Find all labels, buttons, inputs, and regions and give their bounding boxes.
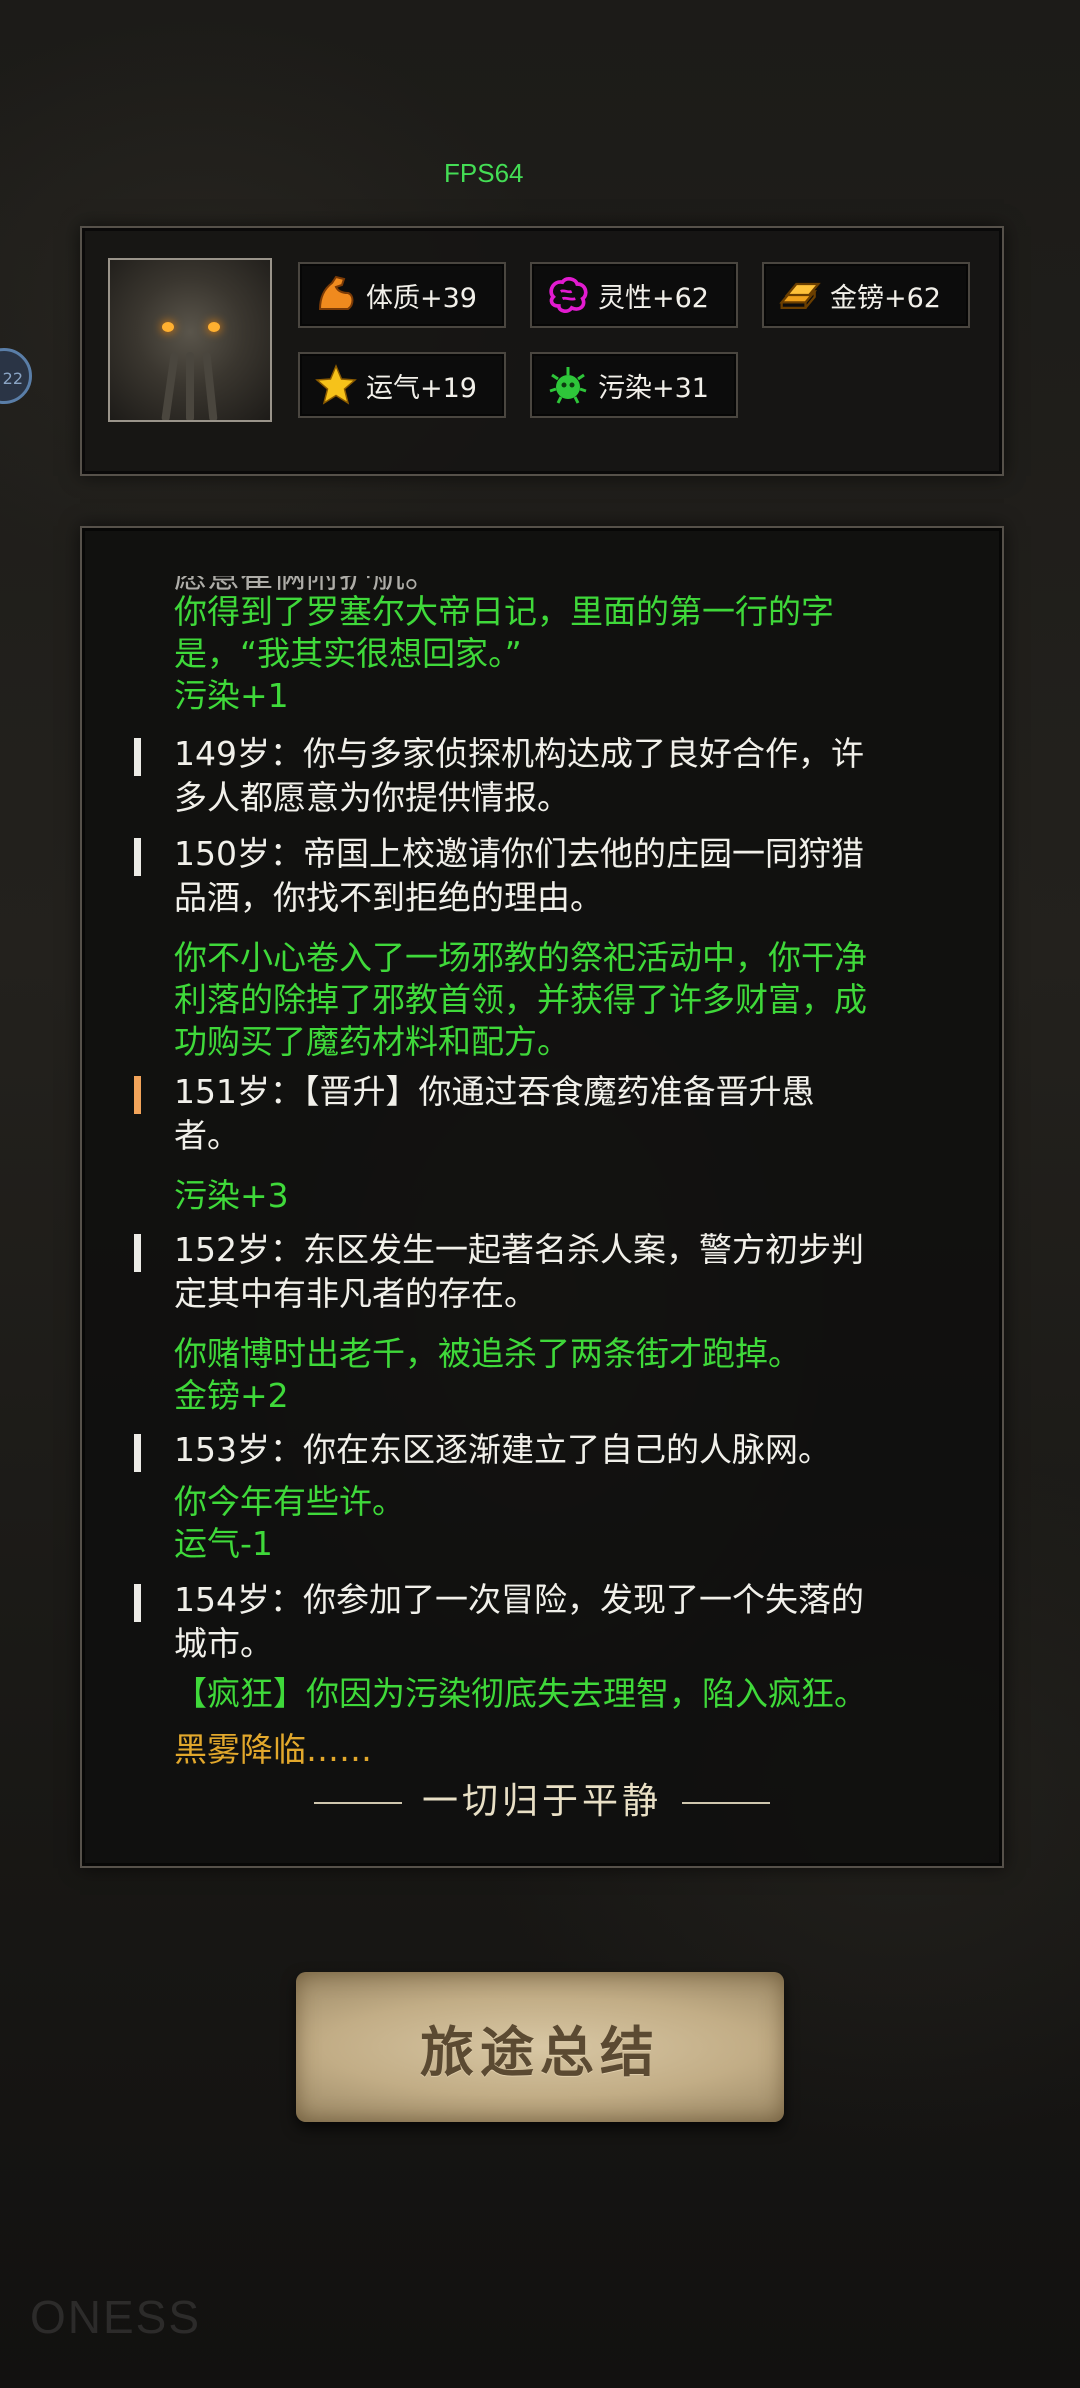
log-event-line: 你今年有些许。 xyxy=(174,1482,405,1521)
stat-pollution[interactable]: 污染+31 xyxy=(530,352,738,418)
log-year-line: 城市。 xyxy=(174,1624,273,1663)
stat-label: 运气+19 xyxy=(366,372,477,404)
log-year-marker xyxy=(134,1584,141,1622)
log-event-line: 你不小心卷入了一场邪教的祭祀活动中，你干净 xyxy=(174,938,867,977)
portrait-tentacle xyxy=(161,351,179,420)
log-year-marker xyxy=(134,1234,141,1272)
log-year-marker xyxy=(134,738,141,776)
life-log-panel[interactable]: 愿意崔俩附护航。 你得到了罗塞尔大帝日记，里面的第一行的字 是，“我其实很想回家… xyxy=(80,526,1004,1868)
stat-label: 体质+39 xyxy=(366,282,477,314)
log-event-line: 是，“我其实很想回家。” xyxy=(174,634,522,673)
gold-bar-icon xyxy=(778,273,822,317)
log-end-text: 一切归于平静 xyxy=(421,1781,662,1822)
journey-summary-label: 旅途总结 xyxy=(420,2019,660,2084)
log-year-marker xyxy=(134,838,141,876)
log-year-line: 品酒，你找不到拒绝的理由。 xyxy=(174,878,603,917)
fps-counter: FPS64 xyxy=(444,158,524,188)
star-icon xyxy=(314,363,358,407)
divider xyxy=(313,1802,402,1804)
stat-constitution[interactable]: 体质+39 xyxy=(298,262,506,328)
log-event-line: 你赌博时出老千，被追杀了两条街才跑掉。 xyxy=(174,1334,801,1373)
log-end-line: 一切归于平静 xyxy=(82,1772,1002,1824)
log-year-line: 151岁：【晋升】你通过吞食魔药准备晋升愚 xyxy=(174,1072,815,1111)
log-event-line: 功购买了魔药材料和配方。 xyxy=(174,1022,570,1061)
stat-label: 金镑+62 xyxy=(830,282,941,314)
portrait-eye-right xyxy=(208,322,220,332)
brain-icon xyxy=(546,273,590,317)
muscle-icon xyxy=(314,273,358,317)
log-event-line: 【疯狂】你因为污染彻底失去理智，陷入疯狂。 xyxy=(174,1674,867,1713)
log-year-line: 定其中有非凡者的存在。 xyxy=(174,1274,537,1313)
journey-summary-button[interactable]: 旅途总结 xyxy=(296,1972,784,2122)
log-year-line: 152岁：东区发生一起著名杀人案，警方初步判 xyxy=(174,1230,864,1269)
stat-spirituality[interactable]: 灵性+62 xyxy=(530,262,738,328)
portrait-eye-left xyxy=(162,322,174,332)
character-portrait[interactable] xyxy=(108,258,272,422)
log-year-line: 154岁：你参加了一次冒险，发现了一个失落的 xyxy=(174,1580,864,1619)
log-year-line: 150岁：帝国上校邀请你们去他的庄园一同狩猎 xyxy=(174,834,864,873)
stat-label: 灵性+62 xyxy=(598,282,709,314)
background-watermark: ONESS xyxy=(30,2291,202,2343)
log-year-marker xyxy=(134,1434,141,1472)
germ-icon xyxy=(546,363,590,407)
portrait-tentacle xyxy=(202,351,218,420)
stat-luck[interactable]: 运气+19 xyxy=(298,352,506,418)
log-event-line: 利落的除掉了邪教首领，并获得了许多财富，成 xyxy=(174,980,867,1019)
stat-gold[interactable]: 金镑+62 xyxy=(762,262,970,328)
portrait-tentacle xyxy=(186,352,194,420)
stat-label: 污染+31 xyxy=(598,372,709,404)
log-event-line: 污染+3 xyxy=(174,1176,289,1215)
log-year-line: 149岁：你与多家侦探机构达成了良好合作，许 xyxy=(174,734,864,773)
log-event-line: 你得到了罗塞尔大帝日记，里面的第一行的字 xyxy=(174,592,834,631)
log-event-line: 污染+1 xyxy=(174,676,289,715)
log-gold-line: 黑雾降临…… xyxy=(174,1730,372,1769)
log-event-line: 金镑+2 xyxy=(174,1376,289,1415)
log-year-line: 153岁：你在东区逐渐建立了自己的人脉网。 xyxy=(174,1430,831,1469)
attributes-panel: 体质+39 灵性+62 金镑+62 运气+19 污染+31 xyxy=(80,226,1004,476)
log-event-line: 运气-1 xyxy=(174,1524,273,1563)
log-year-line: 者。 xyxy=(174,1116,240,1155)
log-promotion-marker xyxy=(134,1076,141,1114)
divider xyxy=(682,1802,770,1804)
log-year-line: 多人都愿意为你提供情报。 xyxy=(174,778,570,817)
